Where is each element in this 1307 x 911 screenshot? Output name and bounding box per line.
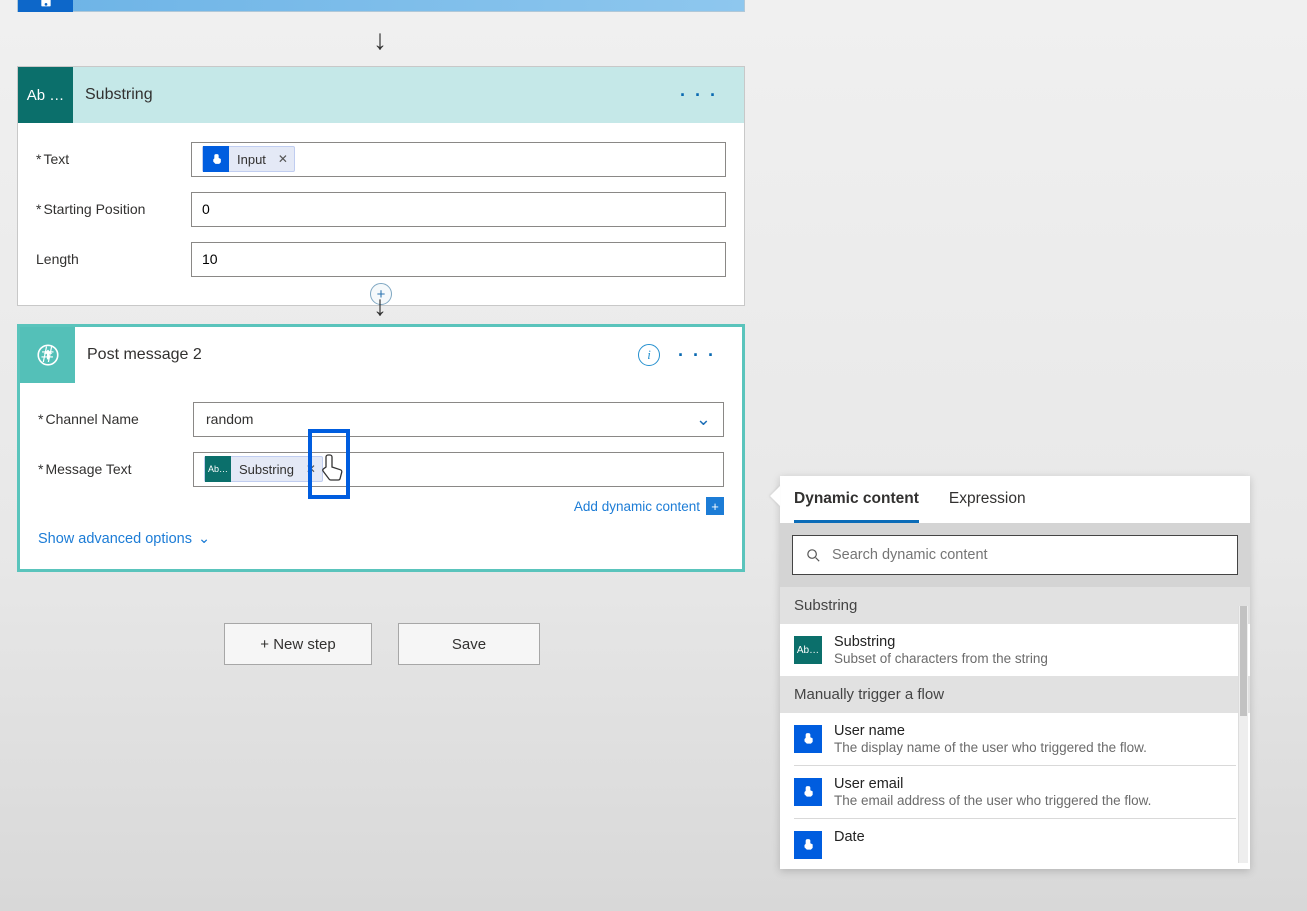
arrow-down-icon: ↓ — [373, 290, 387, 322]
dc-item-desc: The email address of the user who trigge… — [834, 793, 1151, 808]
substring-start-label: *Starting Position — [36, 201, 191, 217]
channel-name-select[interactable]: random ⌄ — [193, 402, 724, 437]
info-icon[interactable]: i — [638, 344, 660, 366]
new-step-button[interactable]: + New step — [224, 623, 372, 665]
substring-card-title: Substring — [73, 86, 672, 104]
substring-text-row: *Text Input ✕ — [36, 137, 726, 181]
finger-tap-icon — [794, 831, 822, 859]
substring-token[interactable]: Ab… Substring ✕ — [204, 456, 323, 482]
substring-start-input[interactable] — [191, 192, 726, 227]
add-dynamic-content-button[interactable]: + — [706, 497, 724, 515]
chevron-down-icon: ⌄ — [198, 531, 210, 547]
dc-section-header: Manually trigger a flow — [780, 676, 1250, 713]
input-token-label: Input — [237, 152, 272, 167]
substring-length-label: Length — [36, 251, 191, 267]
substring-card[interactable]: Ab … Substring · · · *Text Input ✕ — [17, 66, 745, 306]
substring-token-remove[interactable]: ✕ — [300, 462, 322, 476]
length-field[interactable] — [202, 251, 715, 267]
substring-token-label: Substring — [239, 462, 300, 477]
finger-tap-icon — [794, 778, 822, 806]
dc-section-header: Substring — [780, 587, 1250, 624]
channel-name-row: *Channel Name random ⌄ — [38, 397, 724, 441]
substring-card-header[interactable]: Ab … Substring · · · — [18, 67, 744, 123]
message-text-input[interactable]: Ab… Substring ✕ — [193, 452, 724, 487]
dc-item-date[interactable]: Date — [794, 819, 1236, 869]
dc-item-title: Substring — [834, 634, 1048, 650]
dynamic-content-search[interactable] — [792, 535, 1238, 575]
finger-tap-icon — [203, 146, 229, 172]
substring-text-label: *Text — [36, 151, 191, 167]
trigger-icon — [18, 0, 73, 12]
substring-action-icon: Ab… — [205, 456, 231, 482]
message-text-row: *Message Text Ab… Substring ✕ — [38, 447, 724, 491]
substring-card-menu-button[interactable]: · · · — [672, 81, 726, 110]
message-text-label: *Message Text — [38, 461, 193, 477]
substring-action-icon: Ab … — [18, 67, 73, 123]
substring-length-row: Length — [36, 237, 726, 281]
arrow-down-icon: ↓ — [373, 24, 387, 56]
add-dynamic-content-link[interactable]: Add dynamic content — [574, 499, 700, 514]
input-token[interactable]: Input ✕ — [202, 146, 295, 172]
post-card-title: Post message 2 — [75, 346, 638, 364]
post-card-header[interactable]: # Post message 2 i · · · — [20, 327, 742, 383]
substring-length-input[interactable] — [191, 242, 726, 277]
dynamic-content-search-field[interactable] — [832, 547, 1225, 563]
dc-item-title: User name — [834, 723, 1147, 739]
dc-item-desc: The display name of the user who trigger… — [834, 740, 1147, 755]
substring-start-row: *Starting Position — [36, 187, 726, 231]
post-message-card[interactable]: # Post message 2 i · · · *Channel Name r… — [17, 324, 745, 572]
panel-caret-icon — [770, 486, 780, 506]
substring-action-icon: Ab… — [794, 636, 822, 664]
dc-panel-scroll-thumb[interactable] — [1240, 606, 1247, 716]
tab-expression[interactable]: Expression — [949, 490, 1026, 523]
trigger-card[interactable] — [17, 0, 745, 12]
finger-tap-icon — [794, 725, 822, 753]
dc-item-user-name[interactable]: User name The display name of the user w… — [794, 713, 1236, 766]
save-button[interactable]: Save — [398, 623, 540, 665]
dc-item-title: Date — [834, 829, 865, 845]
input-token-remove[interactable]: ✕ — [272, 152, 294, 166]
channel-name-value: random — [206, 411, 253, 427]
dc-panel-scrollbar[interactable] — [1238, 606, 1248, 863]
dc-item-user-email[interactable]: User email The email address of the user… — [794, 766, 1236, 819]
post-card-menu-button[interactable]: · · · — [670, 341, 724, 370]
show-advanced-options-link[interactable]: Show advanced options ⌄ — [38, 527, 724, 551]
channel-name-label: *Channel Name — [38, 411, 193, 427]
slack-action-icon: # — [20, 327, 75, 383]
dc-item-title: User email — [834, 776, 1151, 792]
tab-dynamic-content[interactable]: Dynamic content — [794, 490, 919, 523]
dc-item-desc: Subset of characters from the string — [834, 651, 1048, 666]
search-icon — [805, 547, 822, 564]
dc-item-substring[interactable]: Ab… Substring Subset of characters from … — [794, 624, 1236, 676]
starting-position-field[interactable] — [202, 201, 715, 217]
substring-text-input[interactable]: Input ✕ — [191, 142, 726, 177]
dynamic-content-panel: Dynamic content Expression Substring Ab…… — [780, 476, 1250, 869]
chevron-down-icon: ⌄ — [696, 409, 711, 430]
